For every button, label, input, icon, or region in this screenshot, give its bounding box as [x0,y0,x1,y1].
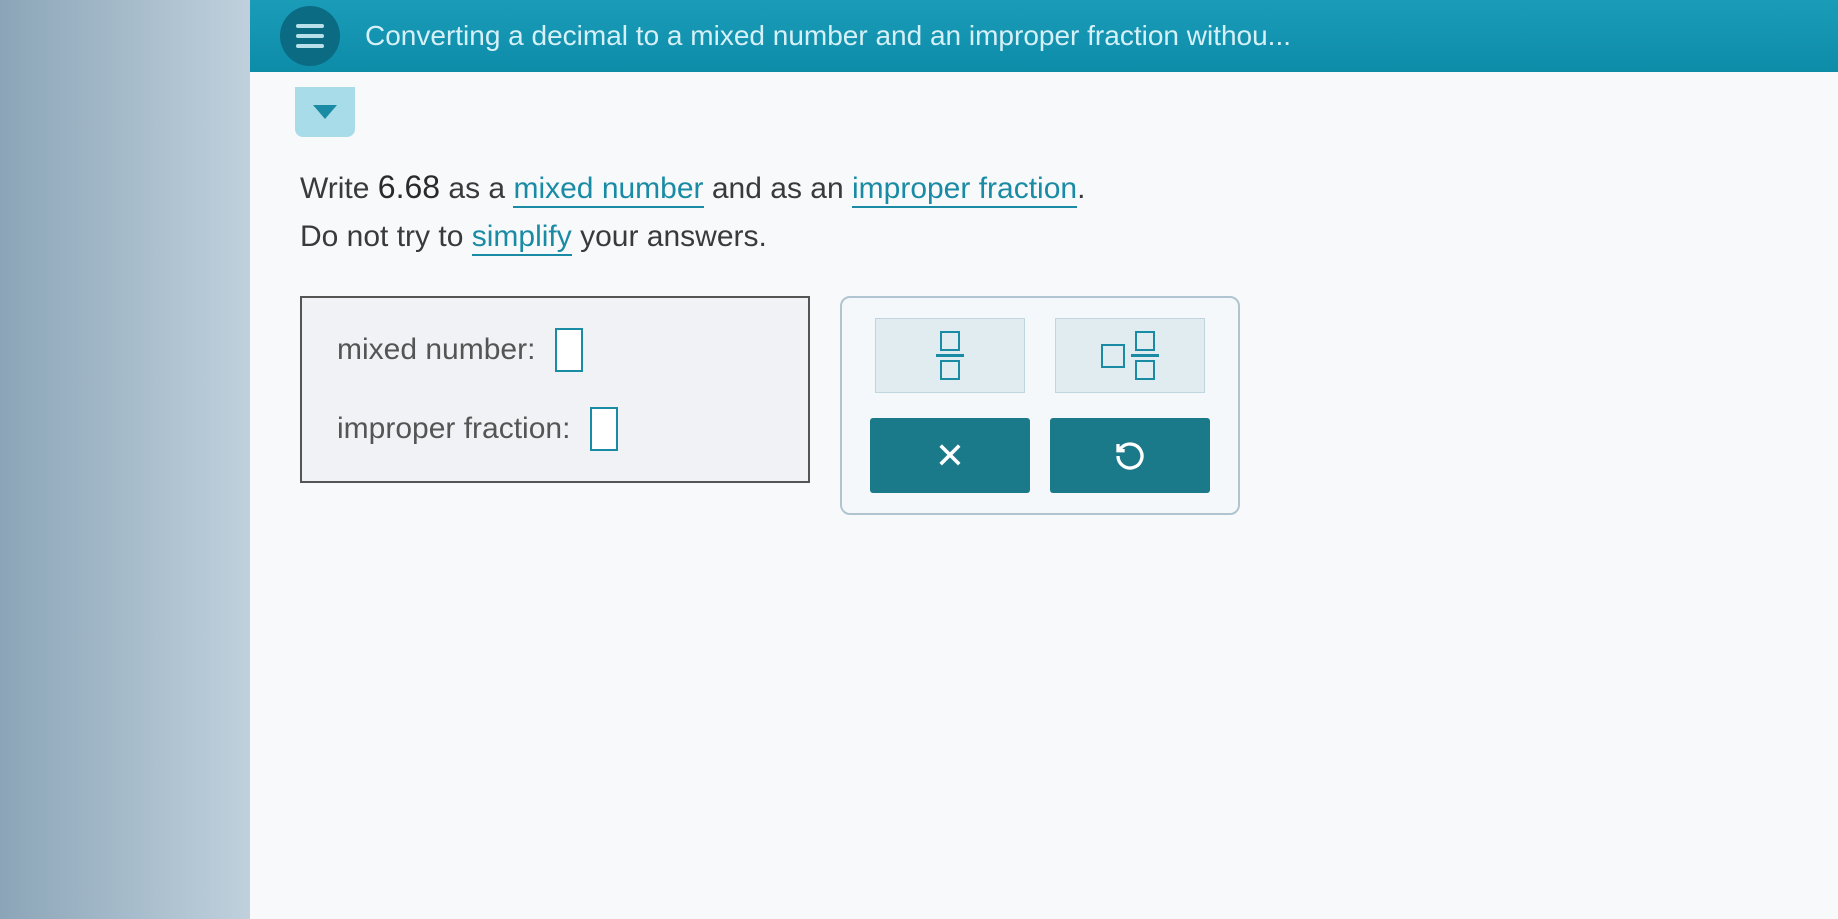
header-bar: Converting a decimal to a mixed number a… [250,0,1838,72]
action-buttons-row: ✕ [862,418,1218,493]
x-icon: ✕ [935,435,965,477]
fraction-tool-button[interactable] [875,318,1025,393]
fraction-icon [936,331,964,380]
chevron-down-icon [313,105,337,119]
answer-box: mixed number: improper fraction: [300,296,810,483]
mixed-number-label: mixed number: [337,333,535,367]
question-suffix: . [1077,172,1085,205]
mixed-number-input[interactable] [555,328,583,372]
question-mid1: as a [440,172,513,205]
tool-panel: ✕ [840,296,1240,515]
question-prefix: Write [300,172,378,205]
term-mixed-number[interactable]: mixed number [513,172,703,208]
question-line2-prefix: Do not try to [300,220,472,253]
dropdown-tab[interactable] [295,87,355,137]
question-number: 6.68 [378,169,440,205]
improper-fraction-input[interactable] [590,407,618,451]
term-improper-fraction[interactable]: improper fraction [852,172,1077,208]
reset-button[interactable] [1050,418,1210,493]
format-tools-row [862,318,1218,393]
mixed-fraction-icon [1101,331,1159,380]
reset-icon [1114,440,1146,472]
question-line2-suffix: your answers. [572,220,767,253]
question-mid2: and as an [704,172,852,205]
mixed-number-tool-button[interactable] [1055,318,1205,393]
content-area: Write 6.68 as a mixed number and as an i… [250,72,1838,919]
answer-section: mixed number: improper fraction: [300,296,1788,515]
clear-button[interactable]: ✕ [870,418,1030,493]
question-text: Write 6.68 as a mixed number and as an i… [300,162,1788,261]
improper-fraction-row: improper fraction: [337,407,773,451]
menu-icon[interactable] [280,6,340,66]
mixed-number-row: mixed number: [337,328,773,372]
improper-fraction-label: improper fraction: [337,412,570,446]
term-simplify[interactable]: simplify [472,220,572,256]
hamburger-icon [296,24,324,48]
page-title: Converting a decimal to a mixed number a… [365,20,1291,52]
